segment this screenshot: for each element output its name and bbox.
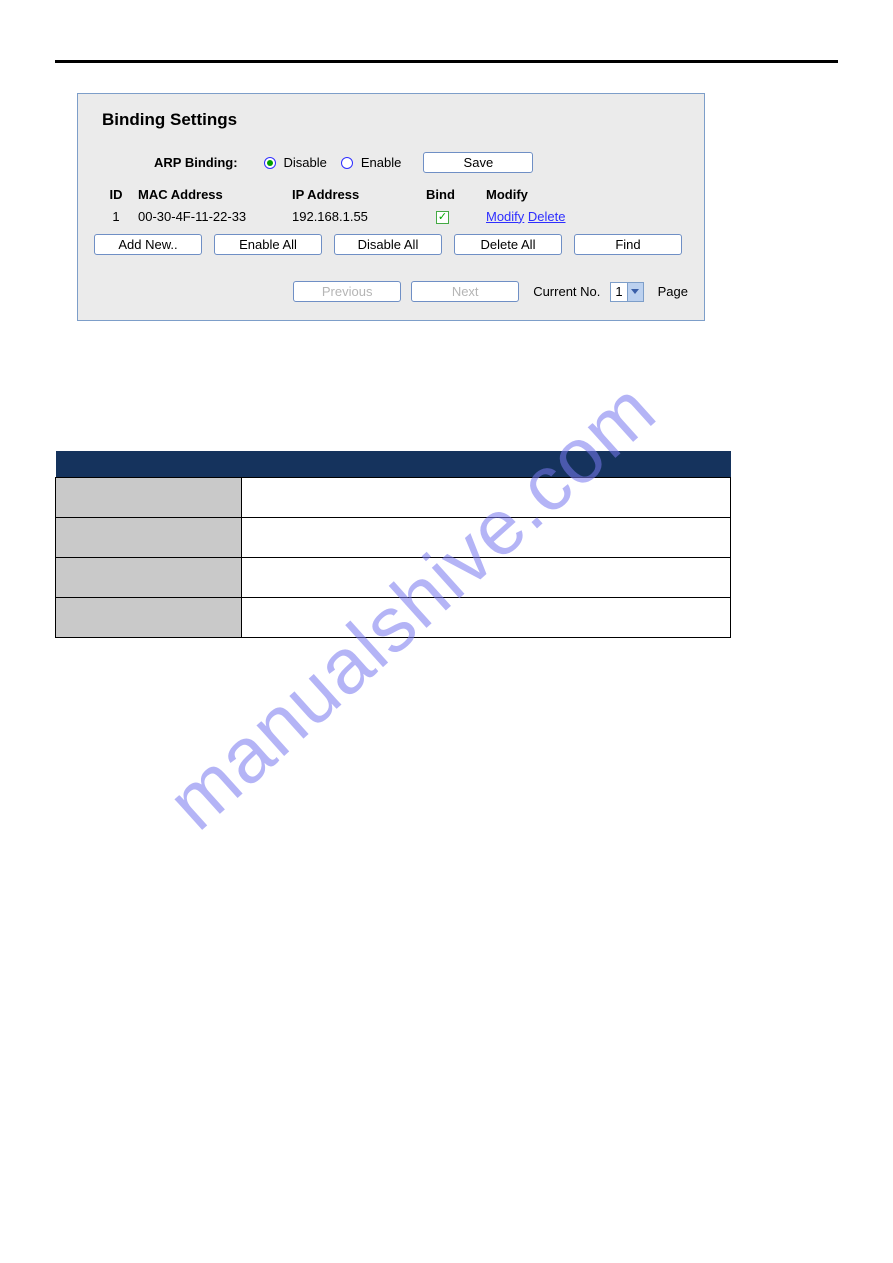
header-col-2	[242, 451, 731, 477]
disable-all-button[interactable]: Disable All	[334, 234, 442, 255]
col-ip: IP Address	[292, 187, 426, 202]
cell-value	[242, 517, 731, 557]
divider	[55, 60, 838, 63]
arp-binding-row: ARP Binding: Disable Enable Save	[154, 152, 688, 173]
cell-label	[56, 557, 242, 597]
cell-value	[242, 557, 731, 597]
pager: Previous Next Current No. 1 Page	[94, 281, 688, 302]
cell-modify: Modify Delete	[486, 209, 666, 224]
previous-button[interactable]: Previous	[293, 281, 401, 302]
add-new-button[interactable]: Add New..	[94, 234, 202, 255]
panel-title: Binding Settings	[102, 110, 688, 130]
button-row: Add New.. Enable All Disable All Delete …	[94, 234, 688, 255]
delete-all-button[interactable]: Delete All	[454, 234, 562, 255]
radio-dot-icon	[267, 160, 273, 166]
enable-all-button[interactable]: Enable All	[214, 234, 322, 255]
cell-value	[242, 477, 731, 517]
table-row	[56, 477, 731, 517]
binding-settings-panel: Binding Settings ARP Binding: Disable En…	[77, 93, 705, 321]
definition-table	[55, 451, 731, 638]
cell-label	[56, 597, 242, 637]
col-modify: Modify	[486, 187, 666, 202]
cell-label	[56, 477, 242, 517]
disable-option-label: Disable	[284, 155, 327, 170]
table-row	[56, 557, 731, 597]
table-header-row	[56, 451, 731, 477]
page-select-value: 1	[611, 284, 626, 299]
header-col-1	[56, 451, 242, 477]
table-row: 1 00-30-4F-11-22-33 192.168.1.55 ✓ Modif…	[94, 208, 688, 224]
modify-link[interactable]: Modify	[486, 209, 524, 224]
cell-ip: 192.168.1.55	[292, 209, 426, 224]
page: Binding Settings ARP Binding: Disable En…	[0, 0, 893, 698]
cell-id: 1	[94, 209, 138, 224]
radio-enable[interactable]	[341, 157, 353, 169]
table-header: ID MAC Address IP Address Bind Modify	[94, 187, 688, 202]
col-mac: MAC Address	[138, 187, 292, 202]
chevron-down-icon	[627, 283, 643, 301]
page-label: Page	[658, 284, 688, 299]
radio-disable[interactable]	[264, 157, 276, 169]
save-button[interactable]: Save	[423, 152, 533, 173]
current-no-label: Current No.	[533, 284, 600, 299]
enable-option-label: Enable	[361, 155, 401, 170]
cell-bind: ✓	[426, 208, 486, 224]
next-button[interactable]: Next	[411, 281, 519, 302]
arp-binding-label: ARP Binding:	[154, 155, 238, 170]
cell-value	[242, 597, 731, 637]
checkmark-icon: ✓	[438, 212, 447, 223]
cell-mac: 00-30-4F-11-22-33	[138, 209, 292, 224]
table-row	[56, 517, 731, 557]
cell-label	[56, 517, 242, 557]
delete-link[interactable]: Delete	[528, 209, 566, 224]
page-select[interactable]: 1	[610, 282, 643, 302]
col-bind: Bind	[426, 187, 486, 202]
col-id: ID	[94, 187, 138, 202]
table-row	[56, 597, 731, 637]
bind-checkbox[interactable]: ✓	[436, 211, 449, 224]
find-button[interactable]: Find	[574, 234, 682, 255]
